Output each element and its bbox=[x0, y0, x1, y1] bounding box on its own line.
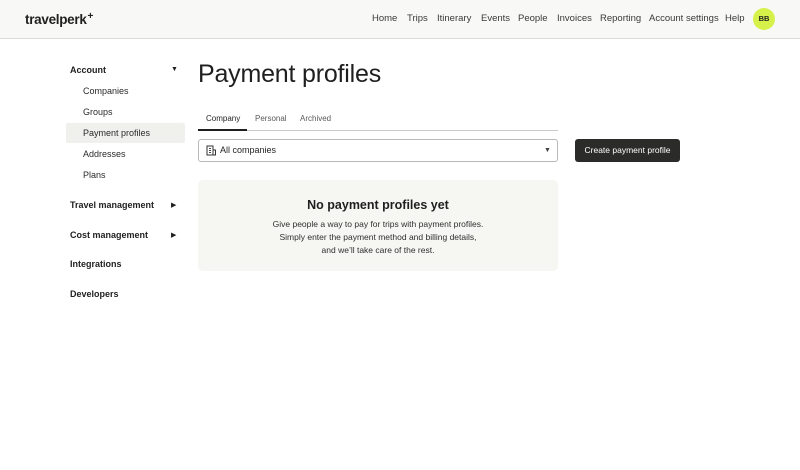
company-select[interactable]: All companies ▼ bbox=[198, 139, 558, 162]
sidebar-item-addresses[interactable]: Addresses bbox=[83, 149, 126, 159]
sidebar-section-developers[interactable]: Developers bbox=[70, 289, 119, 299]
empty-state-card: No payment profiles yet Give people a wa… bbox=[198, 180, 558, 271]
sidebar-section-integrations[interactable]: Integrations bbox=[70, 259, 122, 269]
tab-archived[interactable]: Archived bbox=[300, 114, 331, 123]
sidebar-section-travel-management[interactable]: Travel management bbox=[70, 200, 154, 210]
sidebar-item-companies[interactable]: Companies bbox=[83, 86, 129, 96]
nav-people[interactable]: People bbox=[518, 13, 548, 24]
nav-invoices[interactable]: Invoices bbox=[557, 13, 592, 24]
nav-events[interactable]: Events bbox=[481, 13, 510, 24]
collapsed-arrow-icon[interactable]: ▶ bbox=[171, 231, 176, 239]
empty-state-title: No payment profiles yet bbox=[307, 198, 449, 212]
nav-itinerary[interactable]: Itinerary bbox=[437, 13, 471, 24]
empty-state-text: Simply enter the payment method and bill… bbox=[279, 232, 477, 242]
tab-company[interactable]: Company bbox=[206, 114, 240, 123]
expanded-arrow-icon[interactable]: ▼ bbox=[171, 66, 178, 73]
nav-home[interactable]: Home bbox=[372, 13, 397, 24]
nav-account-settings[interactable]: Account settings bbox=[649, 13, 719, 24]
main-nav: Home Trips Itinerary Events People Invoi… bbox=[0, 13, 800, 27]
active-tab-indicator bbox=[198, 129, 247, 131]
create-payment-profile-button[interactable]: Create payment profile bbox=[575, 139, 680, 162]
top-navigation-bar: travelperk+ Home Trips Itinerary Events … bbox=[0, 0, 800, 39]
sidebar-item-groups[interactable]: Groups bbox=[83, 107, 113, 117]
tab-bar: Company Personal Archived bbox=[198, 110, 558, 131]
empty-state-text: and we’ll take care of the rest. bbox=[321, 245, 435, 255]
nav-reporting[interactable]: Reporting bbox=[600, 13, 641, 24]
building-icon bbox=[206, 145, 216, 156]
empty-state-text: Give people a way to pay for trips with … bbox=[272, 219, 484, 229]
page-title: Payment profiles bbox=[198, 60, 381, 88]
user-avatar[interactable]: BB bbox=[753, 8, 775, 30]
nav-help[interactable]: Help bbox=[725, 13, 745, 24]
nav-trips[interactable]: Trips bbox=[407, 13, 428, 24]
collapsed-arrow-icon[interactable]: ▶ bbox=[171, 201, 176, 209]
tab-personal[interactable]: Personal bbox=[255, 114, 287, 123]
sidebar-item-payment-profiles[interactable]: Payment profiles bbox=[83, 128, 150, 138]
chevron-down-icon: ▼ bbox=[544, 147, 551, 154]
sidebar-section-account[interactable]: Account bbox=[70, 65, 106, 75]
company-select-value: All companies bbox=[220, 145, 277, 155]
sidebar-item-plans[interactable]: Plans bbox=[83, 170, 106, 180]
sidebar-section-cost-management[interactable]: Cost management bbox=[70, 230, 148, 240]
